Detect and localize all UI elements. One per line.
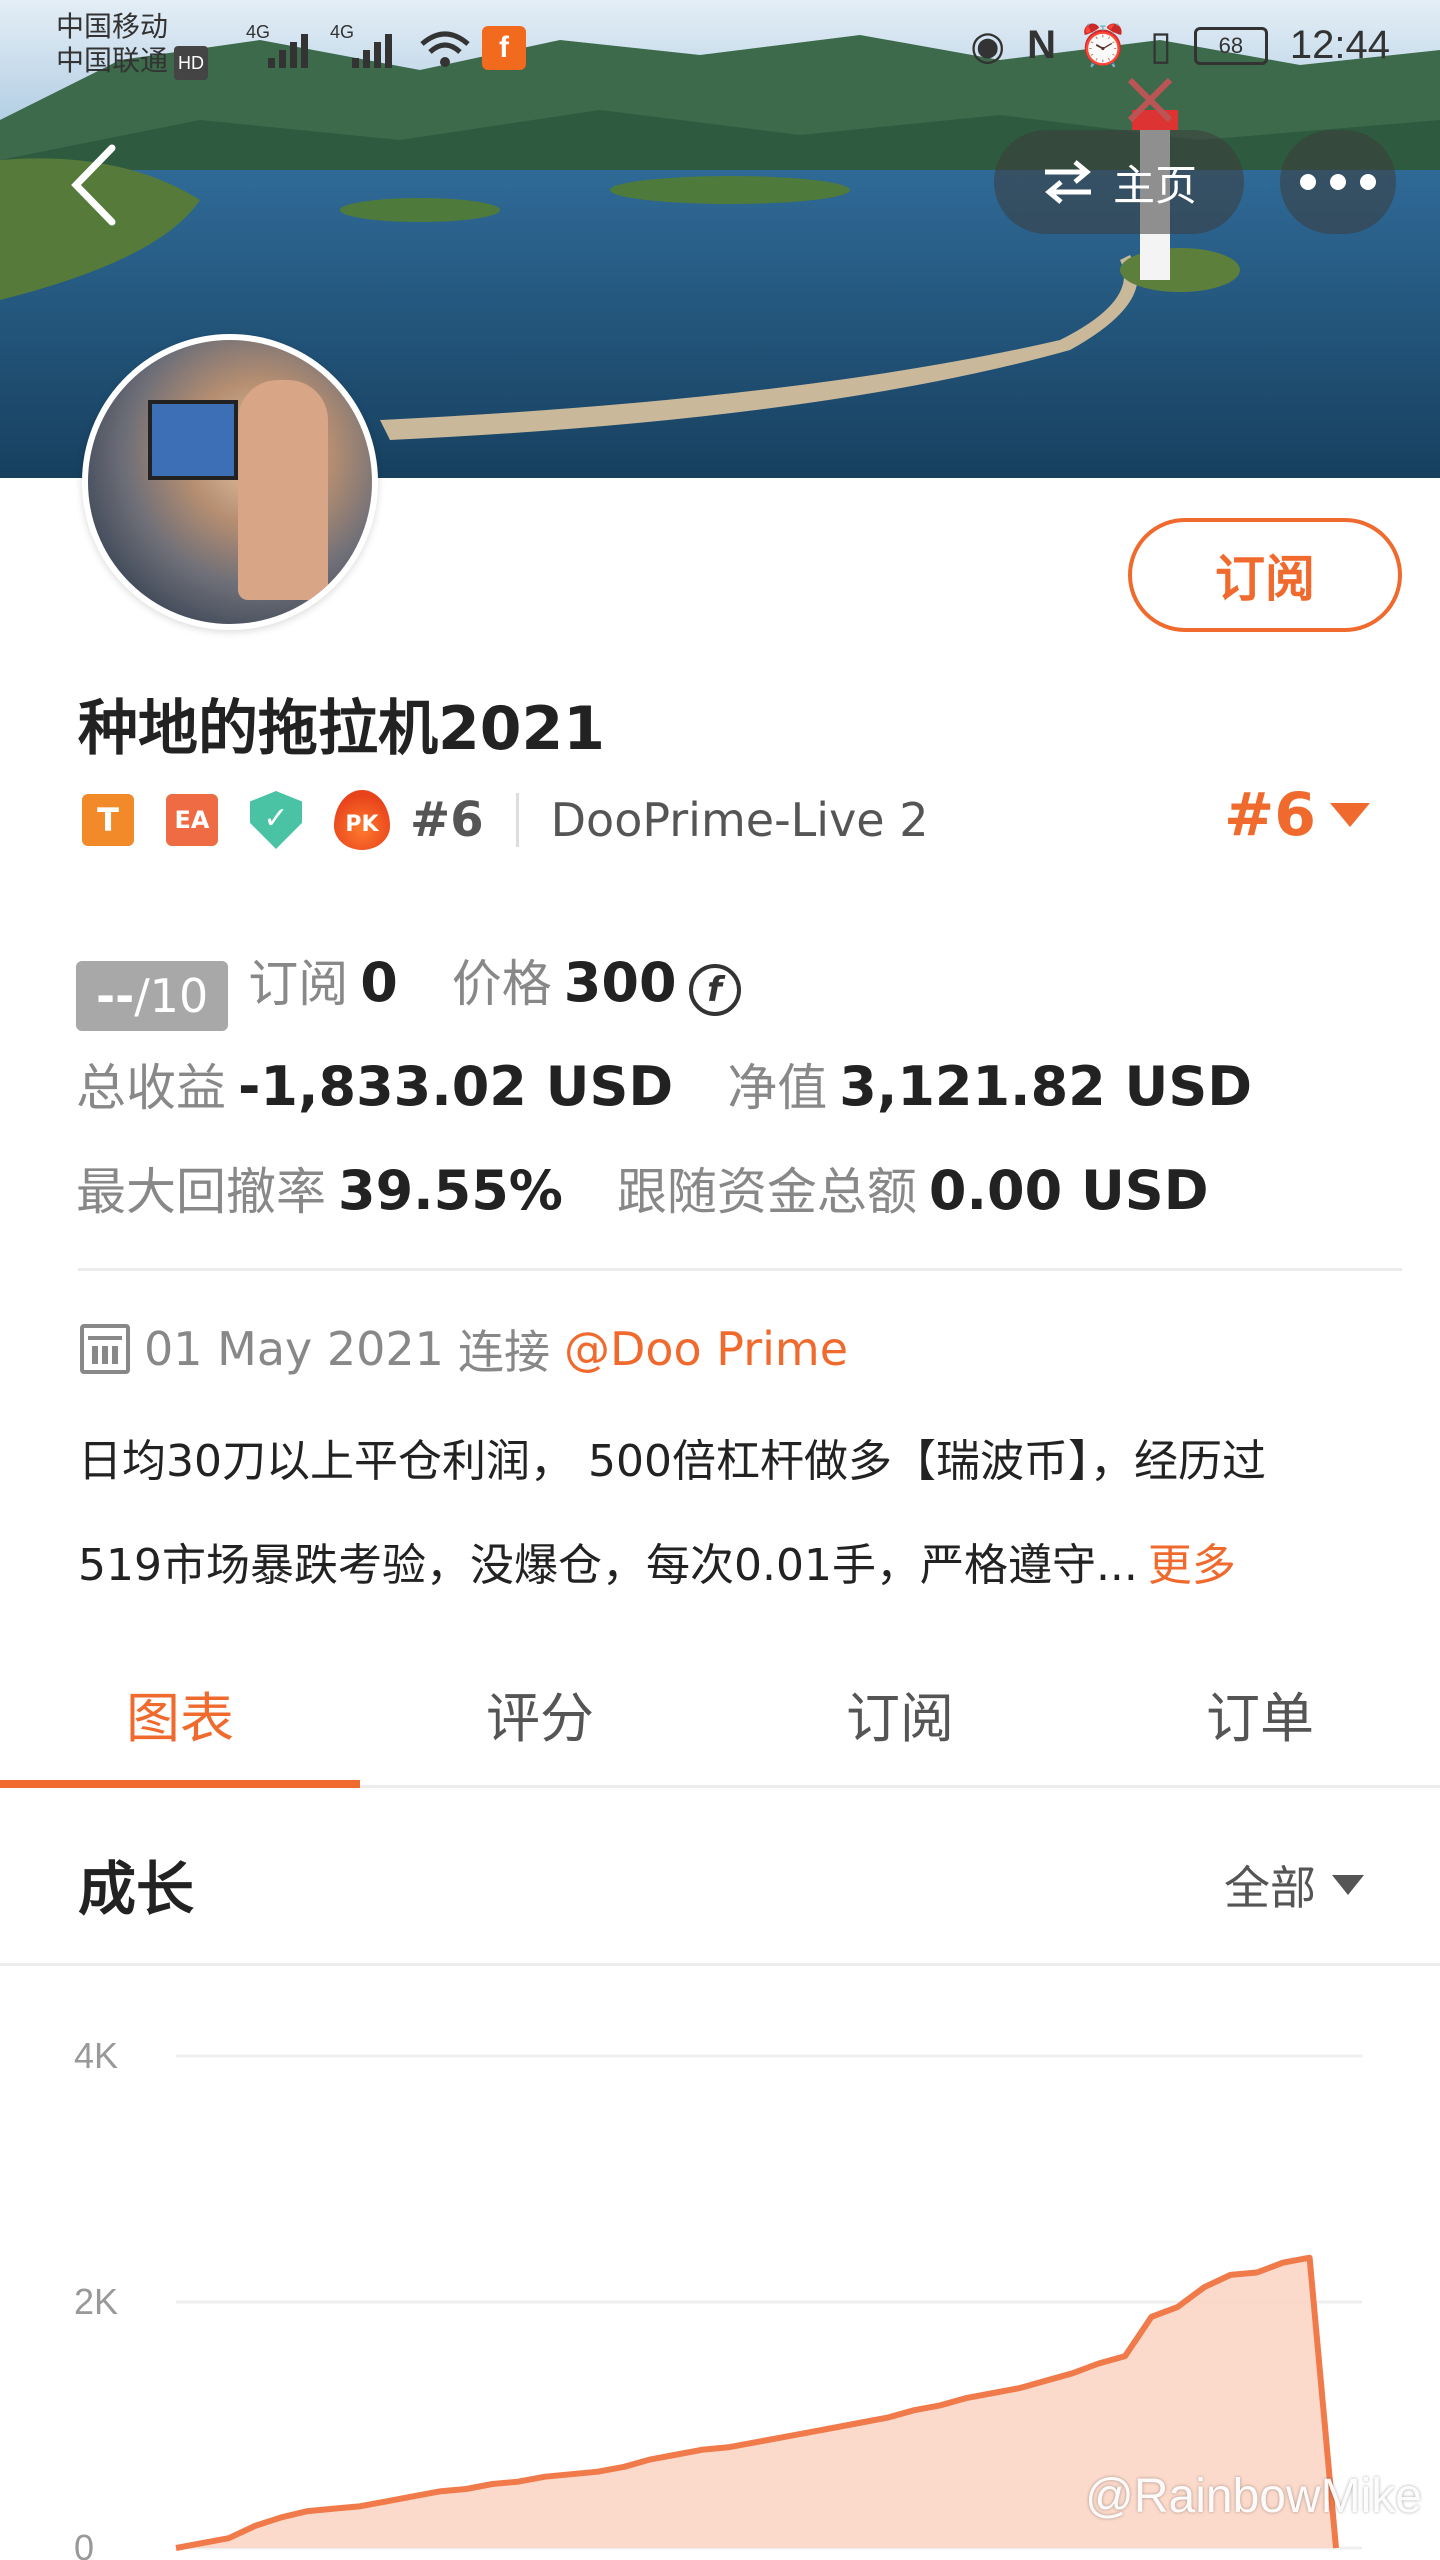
price-label: 价格 (451, 955, 552, 1013)
range-filter[interactable]: 全部 (1224, 1852, 1364, 1918)
description-line-2: 519市场暴跌考验，没爆仓，每次0.01手，严格遵守... 更多 (78, 1514, 1408, 1618)
filter-label: 全部 (1224, 1861, 1316, 1915)
nfc-icon: N (1027, 23, 1057, 67)
equity-value: 3,121.82 USD (839, 1055, 1253, 1118)
watermark: @RainbowMike (1085, 2470, 1422, 2523)
caret-down-icon (1332, 1875, 1364, 1895)
max-drawdown-label: 最大回撤率 (76, 1163, 326, 1221)
growth-header: 成长 全部 (0, 1790, 1440, 1966)
y-tick-label: 2K (74, 2281, 118, 2322)
server-name: DooPrime-Live 2 (550, 793, 929, 847)
alarm-icon: ⏰ (1078, 24, 1128, 68)
y-tick-label: 0 (74, 2527, 94, 2560)
user-name: 种地的拖拉机2021 (78, 694, 605, 764)
divider (515, 793, 519, 847)
battery-icon: 68 (1193, 26, 1268, 65)
follow-funds-label: 跟随资金总额 (616, 1163, 917, 1221)
clock: 12:44 (1289, 23, 1390, 67)
back-button[interactable] (64, 140, 134, 226)
score-badge: --/10 (76, 961, 229, 1031)
description: 日均30刀以上平仓利润， 500倍杠杆做多【瑞波币】，经历过 519市场暴跌考验… (78, 1410, 1408, 1618)
price-value: 300 (563, 951, 677, 1014)
coin-icon: f (688, 964, 741, 1016)
trader-badge-icon: T (82, 794, 134, 846)
wifi-icon (420, 31, 470, 67)
vibrate-icon: ▯ (1149, 23, 1172, 68)
home-label: 主页 (1112, 160, 1197, 210)
swap-arrows-icon (1044, 160, 1091, 204)
status-icons: ◉ N ⏰ ▯ 68 12:44 (970, 22, 1390, 69)
since-date: 01 May 2021 (144, 1322, 444, 1376)
signal-icon-2 (352, 34, 392, 68)
tab-orders[interactable]: 订单 (1080, 1664, 1440, 1785)
equity-label: 净值 (727, 1059, 828, 1117)
carrier-2: 中国联通 (56, 45, 169, 76)
avatar[interactable] (82, 334, 378, 630)
status-bar: 中国移动 中国联通 HD 4G 4G f ◉ N ⏰ ▯ 68 12:44 (0, 0, 1440, 96)
broker-link[interactable]: @Doo Prime (564, 1322, 848, 1376)
shield-check-icon: ✓ (250, 791, 302, 849)
more-button[interactable] (1280, 130, 1396, 234)
avatar-person (238, 380, 328, 600)
carrier-1: 中国移动 (56, 11, 169, 42)
avatar-monitor (148, 400, 238, 480)
stat-line-2: 总收益 -1,833.02 USD 净值 3,121.82 USD (76, 1048, 1406, 1152)
caret-down-icon (1330, 803, 1371, 827)
more-link[interactable]: 更多 (1148, 1540, 1236, 1591)
chevron-left-icon (71, 144, 116, 226)
badges-row: T EA ✓ PK #6 DooPrime-Live 2 (82, 788, 929, 852)
total-profit-label: 总收益 (76, 1059, 226, 1117)
section-title: 成长 (78, 1855, 195, 1923)
connect-label: 连接 (457, 1325, 550, 1379)
app-notification-icon: f (482, 26, 526, 70)
tab-subscribe[interactable]: 订阅 (720, 1664, 1080, 1785)
max-drawdown-value: 39.55% (338, 1159, 563, 1222)
ea-badge-icon: EA (166, 794, 218, 846)
y-tick-label: 4K (74, 2035, 118, 2076)
tab-rating[interactable]: 评分 (360, 1664, 720, 1785)
rank-small: #6 (410, 792, 484, 848)
pk-fire-icon: PK (334, 790, 390, 850)
description-line-2-text: 519市场暴跌考验，没爆仓，每次0.01手，严格遵守... (78, 1540, 1138, 1591)
divider-line (78, 1268, 1402, 1271)
follow-funds-value: 0.00 USD (928, 1159, 1209, 1222)
description-line-1: 日均30刀以上平仓利润， 500倍杠杆做多【瑞波币】，经历过 (78, 1436, 1266, 1487)
eye-icon: ◉ (970, 23, 1006, 68)
subscribe-count: 0 (360, 951, 398, 1014)
carrier-info: 中国移动 中国联通 HD (56, 10, 209, 80)
total-profit-value: -1,833.02 USD (238, 1055, 674, 1118)
subscribe-count-label: 订阅 (248, 955, 349, 1013)
stat-line-3: 最大回撤率 39.55% 跟随资金总额 0.00 USD (76, 1152, 1406, 1256)
home-button[interactable]: 主页 (994, 130, 1244, 234)
stats-block: --/10 订阅 0 价格 300 f 总收益 -1,833.02 USD 净值… (76, 944, 1406, 1256)
stat-line-1: --/10 订阅 0 价格 300 f (76, 944, 1406, 1048)
rank-big: #6 (1224, 780, 1317, 850)
subscribe-button[interactable]: 订阅 (1128, 518, 1402, 632)
calendar-icon (80, 1324, 130, 1374)
hd-badge: HD (174, 45, 209, 80)
more-dots-icon (1300, 174, 1376, 190)
since-row: 01 May 2021 连接 @Doo Prime (80, 1316, 848, 1382)
rank-dropdown[interactable]: #6 (1224, 780, 1371, 850)
tab-bar: 图表 评分 订阅 订单 (0, 1664, 1440, 1788)
signal-icon (268, 34, 308, 68)
tab-chart[interactable]: 图表 (0, 1664, 360, 1788)
score-suffix: /10 (134, 969, 209, 1023)
score-value: -- (96, 969, 135, 1023)
